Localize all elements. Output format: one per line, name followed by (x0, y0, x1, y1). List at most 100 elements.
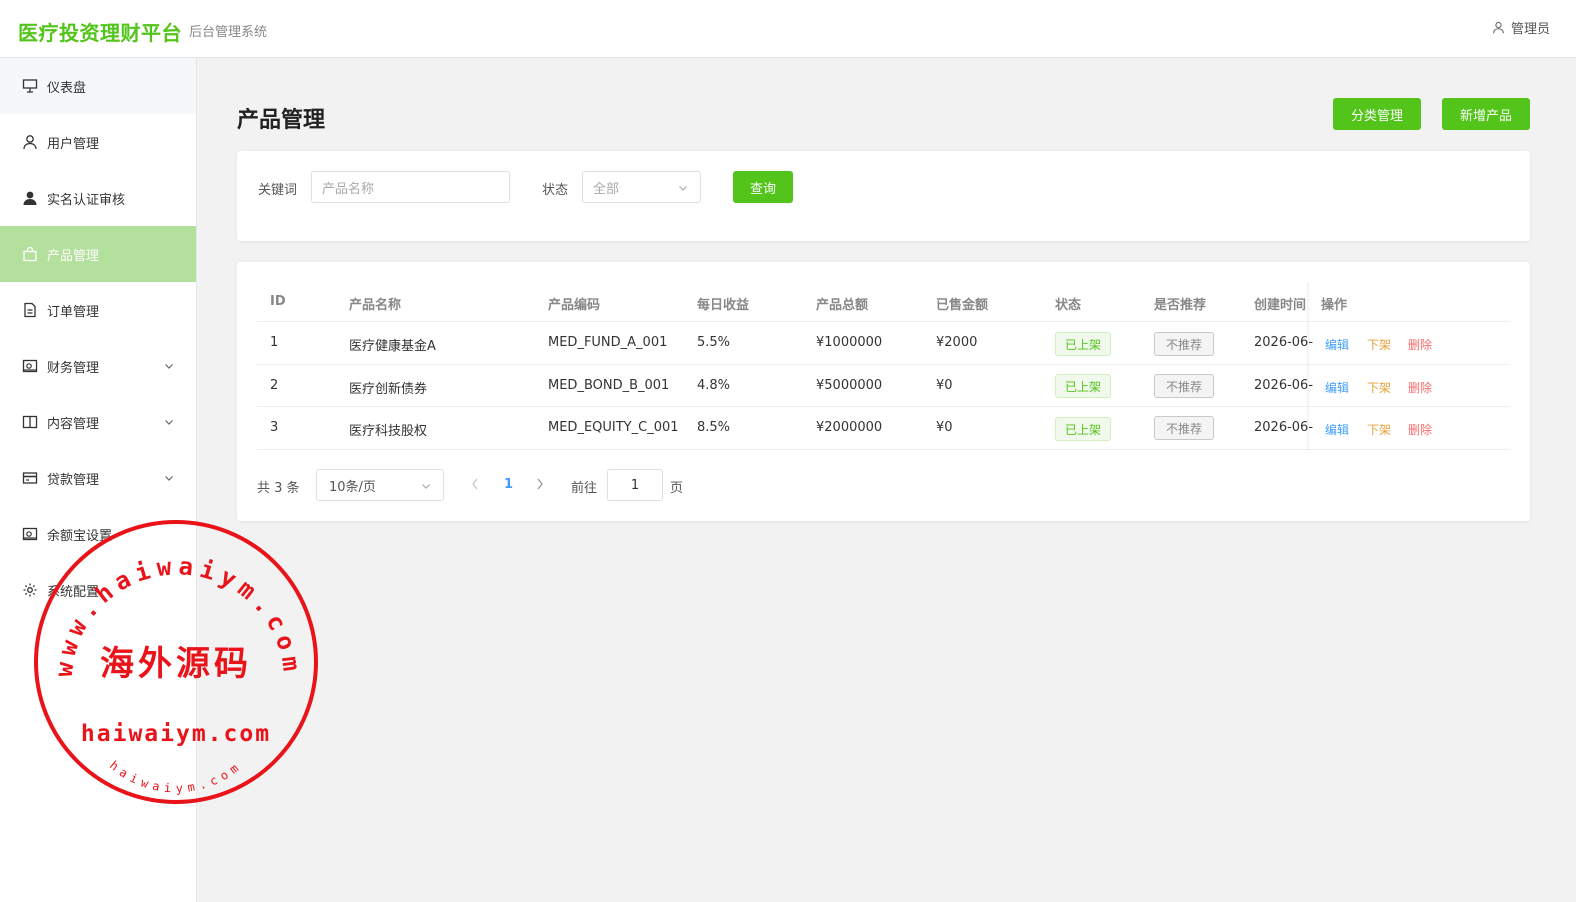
page-title: 产品管理 (237, 108, 326, 133)
edit-link[interactable]: 编辑 (1325, 379, 1349, 396)
sidebar-item-finance[interactable]: 财务管理 (0, 338, 196, 394)
status-badge: 已上架 (1055, 417, 1111, 441)
user-menu[interactable]: 管理员 (1492, 18, 1550, 37)
page-number-current[interactable]: 1 (504, 477, 513, 492)
brand-subtitle: 后台管理系统 (189, 25, 268, 40)
cell-sold: ¥0 (936, 378, 953, 393)
search-panel: 关键词 产品名称 状态 全部 查询 (237, 151, 1530, 241)
cell-id: 2 (270, 378, 279, 393)
cell-name: 医疗科技股权 (349, 424, 428, 439)
top-bar: 医疗投资理财平台 后台管理系统 管理员 (0, 0, 1576, 58)
chevron-down-icon (421, 481, 431, 491)
cell-id: 3 (270, 420, 279, 435)
column-header-actions: 操作 (1321, 298, 1348, 313)
stamp-url-small: haiwaiym.com (107, 758, 240, 795)
stamp-center-text: 海外源码 (100, 644, 252, 684)
user-icon (22, 134, 38, 150)
delete-link[interactable]: 删除 (1408, 336, 1432, 353)
status-badge: 已上架 (1055, 332, 1111, 356)
edit-link[interactable]: 编辑 (1325, 421, 1349, 438)
column-header-code: 产品编码 (548, 298, 601, 313)
column-header-created: 创建时间 (1254, 298, 1307, 313)
sidebar-item-products[interactable]: 产品管理 (0, 226, 196, 282)
fixed-column-shadow (1307, 282, 1310, 450)
user-icon (1492, 21, 1505, 34)
offshelf-link[interactable]: 下架 (1367, 379, 1391, 396)
cell-code: MED_EQUITY_C_001 (548, 420, 679, 435)
recommend-badge: 不推荐 (1154, 332, 1214, 356)
page-size-select[interactable]: 10条/页 (316, 469, 444, 501)
prev-page-icon[interactable] (470, 477, 480, 491)
column-header-sold: 已售金额 (936, 298, 989, 313)
cell-id: 1 (270, 335, 279, 350)
keyword-input[interactable]: 产品名称 (311, 171, 510, 203)
column-header-daily: 每日收益 (697, 298, 750, 313)
cell-sold: ¥0 (936, 420, 953, 435)
edit-link[interactable]: 编辑 (1325, 336, 1349, 353)
add-product-button[interactable]: 新增产品 (1442, 98, 1530, 130)
column-header-name: 产品名称 (349, 298, 402, 313)
status-badge: 已上架 (1055, 374, 1111, 398)
goto-label: 前往 (571, 481, 598, 496)
delete-link[interactable]: 删除 (1408, 421, 1432, 438)
cell-total: ¥1000000 (816, 335, 883, 350)
card-icon (22, 470, 38, 486)
sidebar-item-dashboard[interactable]: 仪表盘 (0, 58, 196, 114)
column-header-recommend: 是否推荐 (1154, 298, 1207, 313)
row-divider (257, 449, 1509, 450)
recommend-badge: 不推荐 (1154, 374, 1214, 398)
cell-code: MED_BOND_B_001 (548, 378, 670, 393)
chevron-down-icon (678, 183, 688, 193)
sidebar-item-orders[interactable]: 订单管理 (0, 282, 196, 338)
chevron-down-icon (164, 416, 174, 426)
page-size-value: 10条/页 (329, 479, 376, 495)
category-management-button[interactable]: 分类管理 (1333, 98, 1421, 130)
user-name: 管理员 (1510, 22, 1550, 37)
brand-title: 医疗投资理财平台 (18, 21, 182, 45)
cell-total: ¥5000000 (816, 378, 883, 393)
goto-page-input[interactable]: 1 (607, 469, 663, 501)
status-select[interactable]: 全部 (582, 171, 701, 203)
book-icon (22, 414, 38, 430)
user-filled-icon (22, 190, 38, 206)
row-divider (257, 406, 1509, 407)
offshelf-link[interactable]: 下架 (1367, 421, 1391, 438)
sidebar-item-verification[interactable]: 实名认证审核 (0, 170, 196, 226)
pagination-total: 共 3 条 (257, 481, 300, 496)
sidebar-item-label: 贷款管理 (47, 472, 100, 488)
cell-name: 医疗创新债券 (349, 382, 428, 397)
sidebar-item-label: 实名认证审核 (47, 192, 126, 208)
sidebar-item-label: 订单管理 (47, 304, 100, 320)
sidebar-item-label: 仪表盘 (47, 80, 87, 96)
column-header-total: 产品总额 (816, 298, 869, 313)
sidebar-item-users[interactable]: 用户管理 (0, 114, 196, 170)
query-button[interactable]: 查询 (733, 171, 793, 203)
wallet-icon (22, 358, 38, 374)
next-page-icon[interactable] (535, 477, 545, 491)
recommend-badge: 不推荐 (1154, 416, 1214, 440)
cell-sold: ¥2000 (936, 335, 978, 350)
column-header-status: 状态 (1055, 298, 1082, 313)
row-divider (257, 364, 1509, 365)
keyword-label: 关键词 (258, 183, 298, 198)
offshelf-link[interactable]: 下架 (1367, 336, 1391, 353)
delete-link[interactable]: 删除 (1408, 379, 1432, 396)
cell-daily: 4.8% (697, 378, 731, 393)
page-suffix-label: 页 (670, 481, 684, 496)
bag-icon (22, 246, 38, 262)
chevron-down-icon (164, 360, 174, 370)
svg-text:haiwaiym.com: haiwaiym.com (107, 758, 245, 795)
document-icon (22, 302, 38, 318)
watermark-stamp: www.haiwaiym.com 海外源码 haiwaiym.com haiwa… (34, 520, 318, 804)
cell-name: 医疗健康基金A (349, 339, 436, 354)
presentation-icon (22, 78, 38, 94)
status-select-value: 全部 (593, 181, 620, 197)
sidebar-item-label: 内容管理 (47, 416, 100, 432)
product-table: ID 产品名称 产品编码 每日收益 产品总额 已售金额 状态 是否推荐 创建时间… (237, 262, 1530, 521)
sidebar-item-label: 用户管理 (47, 136, 100, 152)
cell-total: ¥2000000 (816, 420, 883, 435)
cell-created: 2026-06- (1254, 420, 1314, 435)
sidebar-item-loans[interactable]: 贷款管理 (0, 450, 196, 506)
sidebar-item-content[interactable]: 内容管理 (0, 394, 196, 450)
cell-created: 2026-06- (1254, 335, 1314, 350)
